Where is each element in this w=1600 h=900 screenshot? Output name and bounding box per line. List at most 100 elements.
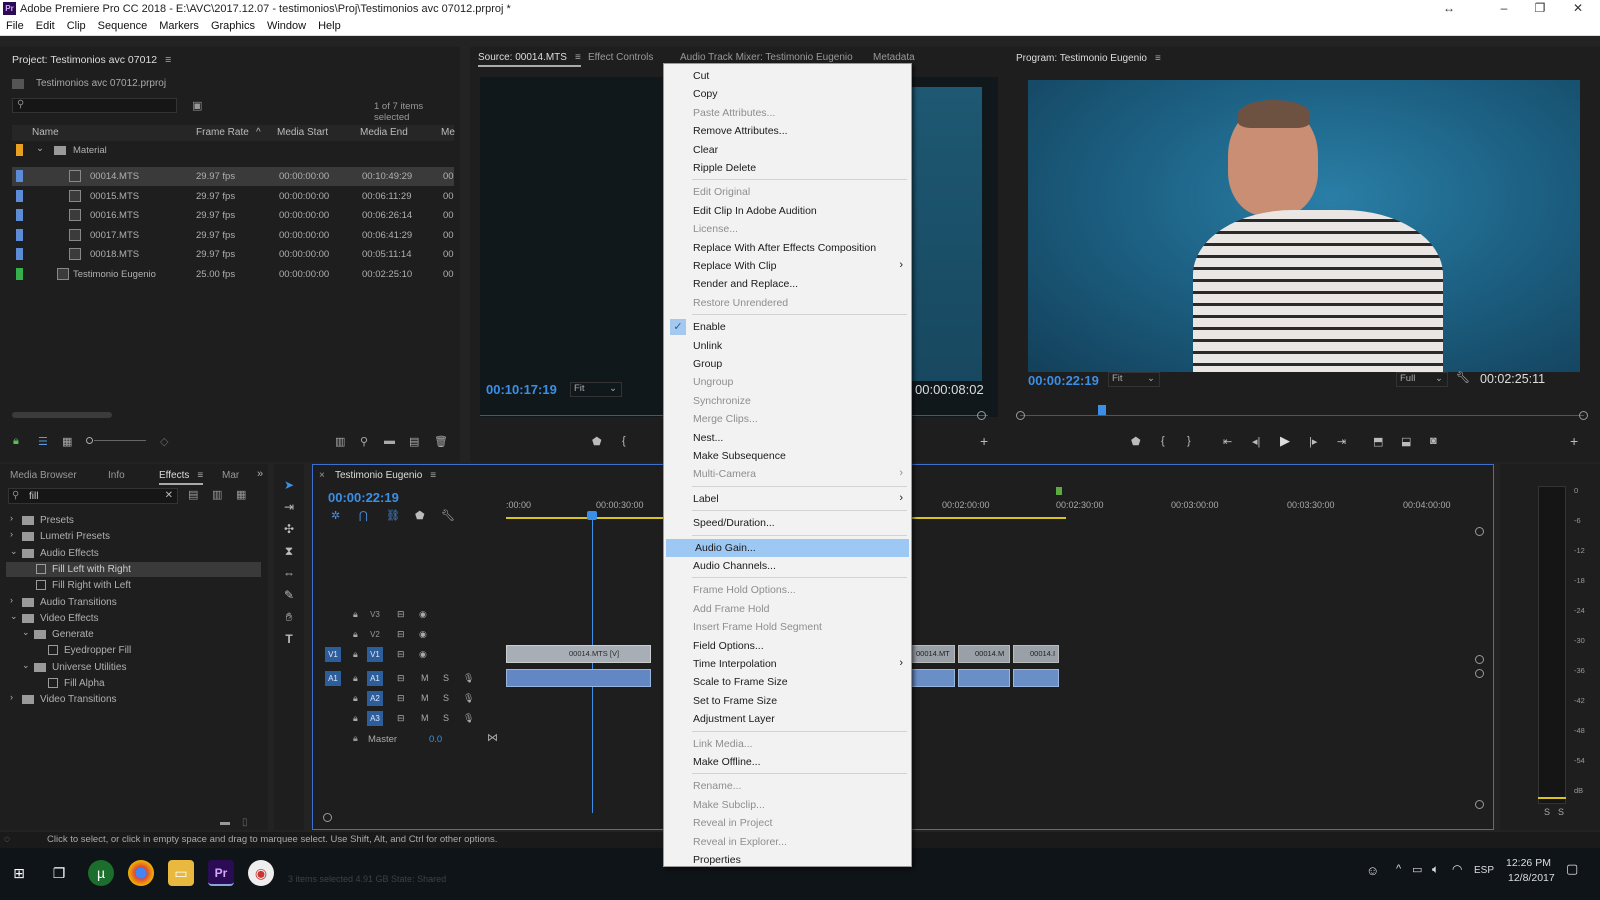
sync-lock-icon[interactable]: ⊟ — [397, 629, 405, 640]
trash-icon[interactable]: ▯ — [242, 817, 248, 828]
project-search-input[interactable]: ⚲ — [12, 98, 177, 113]
trash-icon[interactable]: 🗑︎ — [434, 435, 448, 448]
sync-lock-icon[interactable]: ⊟ — [397, 673, 405, 684]
menu-item-cut[interactable]: Cut — [664, 67, 911, 85]
snap-icon[interactable]: ⋂ — [359, 509, 368, 522]
chevron-right-icon[interactable]: › — [10, 595, 13, 605]
effects-tree-item[interactable]: › Video Transitions — [6, 692, 261, 707]
audio-clip[interactable] — [1013, 669, 1059, 687]
mark-in-icon[interactable]: { — [1161, 435, 1165, 447]
menu-item-render-and-replace[interactable]: Render and Replace... — [664, 275, 911, 293]
track-lock-icon[interactable]: 🔒︎ — [353, 673, 358, 684]
add-marker-icon[interactable]: ⬟ — [415, 509, 425, 522]
source-patch-v1[interactable]: V1 — [325, 647, 341, 662]
restore-icon[interactable]: ❐ — [1525, 1, 1555, 15]
eye-icon[interactable]: ◉ — [419, 649, 427, 660]
effects-tree-item[interactable]: ⌄ Generate — [6, 627, 261, 642]
col-media-start[interactable]: Media Start — [277, 127, 328, 138]
master-volume-value[interactable]: 0.0 — [429, 734, 442, 745]
chevron-down-icon[interactable]: ⌄ — [22, 627, 30, 638]
menu-item-unlink[interactable]: Unlink — [664, 337, 911, 355]
ripple-edit-tool-icon[interactable]: ✣ — [280, 522, 298, 538]
project-item-row[interactable]: 00018.MTS 29.97 fps 00:00:00:00 00:05:11:14… — [12, 245, 454, 264]
menu-item-clear[interactable]: Clear — [664, 141, 911, 159]
add-button-icon[interactable]: + — [980, 433, 988, 449]
menu-item-make-subsequence[interactable]: Make Subsequence — [664, 447, 911, 465]
audio-clip[interactable] — [958, 669, 1010, 687]
show-hidden-icons-icon[interactable]: ^ — [1396, 863, 1401, 875]
project-panel-title[interactable]: Project: Testimonios avc 07012 ≡ — [12, 54, 171, 66]
video-clip[interactable]: 00014.MTS [V] — [506, 645, 651, 663]
project-item-row[interactable]: 00014.MTS 29.97 fps 00:00:00:00 00:10:49:29… — [12, 167, 454, 186]
timeline-timecode[interactable]: 00:00:22:19 — [328, 490, 399, 505]
file-explorer-icon[interactable]: ▭ — [168, 860, 194, 886]
panel-menu-icon[interactable]: ≡ — [197, 470, 203, 481]
task-view-icon[interactable]: ❐ — [46, 860, 72, 886]
new-item-icon[interactable]: ▤ — [409, 435, 419, 448]
export-frame-icon[interactable]: ◙ — [1430, 435, 1437, 447]
mute-button[interactable]: M — [421, 693, 429, 703]
menu-sequence[interactable]: Sequence — [92, 18, 148, 32]
add-marker-icon[interactable]: ⬟ — [1131, 435, 1141, 448]
mark-in-icon[interactable]: { — [622, 435, 626, 447]
effects-tree-item[interactable]: Fill Left with Right — [6, 561, 261, 577]
timeline-settings-icon[interactable]: 🔧︎ — [441, 509, 455, 522]
project-item-row[interactable]: 00016.MTS 29.97 fps 00:00:00:00 00:06:26:14… — [12, 206, 454, 225]
notifications-icon[interactable]: ▢ — [1566, 861, 1578, 877]
effects-tree-item[interactable]: Fill Alpha — [6, 676, 261, 691]
play-icon[interactable]: ▶ — [1280, 433, 1290, 449]
go-to-out-icon[interactable]: ⇥ — [1337, 435, 1346, 448]
track-lock-icon[interactable]: 🔒︎ — [353, 629, 358, 640]
menu-item-scale-to-frame-size[interactable]: Scale to Frame Size — [664, 673, 911, 691]
menu-item-field-options[interactable]: Field Options... — [664, 637, 911, 655]
zoom-slider[interactable] — [86, 435, 156, 445]
battery-icon[interactable]: ▭ — [1412, 863, 1422, 876]
menu-item-group[interactable]: Group — [664, 355, 911, 373]
go-to-end-icon[interactable]: ⋈ — [487, 731, 498, 744]
panel-menu-icon[interactable]: ≡ — [165, 54, 171, 66]
menu-item-remove-attributes[interactable]: Remove Attributes... — [664, 122, 911, 140]
menu-clip[interactable]: Clip — [61, 18, 86, 32]
menu-item-make-offline[interactable]: Make Offline... — [664, 753, 911, 771]
slip-tool-icon[interactable]: ⇔ — [280, 566, 298, 582]
more-panels-icon[interactable]: » — [257, 468, 263, 480]
32bit-effects-icon[interactable]: ▥ — [212, 488, 222, 501]
chevron-right-icon[interactable]: › — [10, 692, 13, 702]
tab-audio-track-mixer[interactable]: Audio Track Mixer: Testimonio Eugenio — [680, 52, 853, 63]
project-item-row[interactable]: Testimonio Eugenio 25.00 fps 00:00:00:00 00… — [12, 265, 454, 284]
end-marker[interactable] — [1056, 487, 1062, 495]
menu-item-adjustment-layer[interactable]: Adjustment Layer — [664, 710, 911, 728]
video-scroll-handle-bottom[interactable] — [1475, 655, 1484, 664]
razor-tool-icon[interactable]: ⧗ — [280, 544, 298, 560]
microphone-icon[interactable]: 🎙︎ — [463, 693, 474, 704]
new-bin-icon[interactable]: ▣ — [192, 99, 202, 112]
resize-arrows-icon[interactable]: ↔ — [1434, 1, 1464, 15]
clear-search-icon[interactable]: ✕ — [165, 490, 173, 501]
lift-icon[interactable]: ⬒ — [1373, 435, 1383, 448]
col-frame-rate[interactable]: Frame Rate — [196, 127, 249, 138]
sequence-tab[interactable]: Testimonio Eugenio ≡ — [335, 470, 436, 481]
menu-graphics[interactable]: Graphics — [205, 18, 255, 32]
video-clip[interactable]: 00014.M — [958, 645, 1010, 663]
menu-item-time-interpolation[interactable]: Time Interpolation › — [664, 655, 911, 673]
video-clip[interactable]: 00014.I — [1013, 645, 1059, 663]
effects-search-input[interactable]: ⚲ fill ✕ — [8, 488, 178, 504]
menu-item-copy[interactable]: Copy — [664, 85, 911, 103]
menu-item-ripple-delete[interactable]: Ripple Delete — [664, 159, 911, 177]
track-name[interactable]: A2 — [367, 691, 383, 706]
program-timecode[interactable]: 00:00:22:19 — [1028, 373, 1099, 388]
sync-lock-icon[interactable]: ⊟ — [397, 649, 405, 660]
mute-button[interactable]: M — [421, 673, 429, 683]
panel-menu-icon[interactable]: ≡ — [1155, 53, 1161, 64]
sort-icon[interactable]: ◇ — [160, 435, 168, 448]
solo-right-button[interactable]: S — [1558, 807, 1564, 817]
timeline-zoom-handle[interactable] — [323, 813, 332, 822]
menu-file[interactable]: File — [0, 18, 24, 32]
track-lock-icon[interactable]: 🔒︎ — [353, 713, 358, 724]
program-playhead[interactable] — [1098, 405, 1106, 415]
step-back-icon[interactable]: ◂| — [1252, 435, 1260, 448]
effects-tree-item[interactable]: ⌄ Universe Utilities — [6, 660, 261, 675]
audio-clip[interactable] — [506, 669, 651, 687]
lock-icon[interactable]: 🔒︎ — [13, 435, 19, 448]
chevron-right-icon[interactable]: › — [10, 513, 13, 523]
